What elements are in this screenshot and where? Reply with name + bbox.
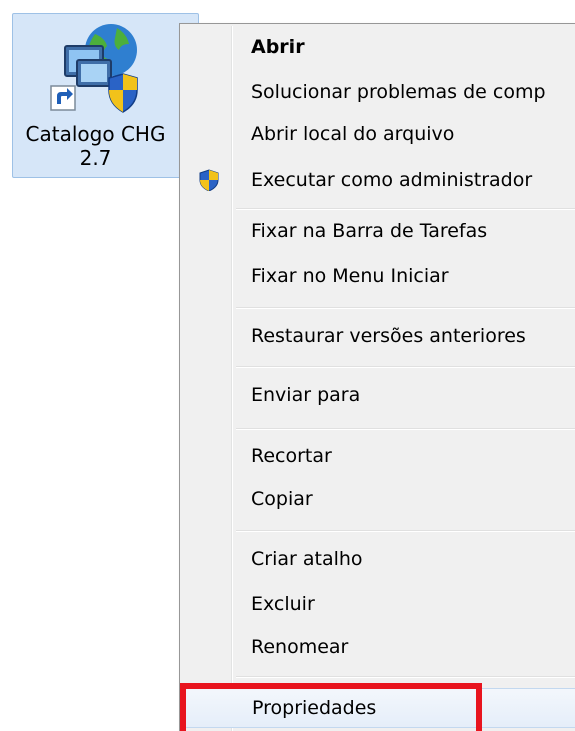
menu-item-recortar[interactable]: Recortar xyxy=(182,436,575,476)
menu-item-restaurar-versoes[interactable]: Restaurar versões anteriores xyxy=(182,316,575,356)
desktop-shortcut-label-line1: Catalogo CHG xyxy=(25,122,166,146)
menu-item-label: Fixar no Menu Iniciar xyxy=(251,265,449,287)
menu-item-enviar-para[interactable]: Enviar para xyxy=(182,375,575,415)
menu-item-abrir-local[interactable]: Abrir local do arquivo xyxy=(182,114,575,154)
menu-item-abrir[interactable]: Abrir xyxy=(182,27,575,67)
menu-item-label: Fixar na Barra de Tarefas xyxy=(251,220,488,242)
menu-item-criar-atalho[interactable]: Criar atalho xyxy=(182,539,575,579)
menu-item-fixar-menu-iniciar[interactable]: Fixar no Menu Iniciar xyxy=(182,256,575,296)
menu-item-solucionar-problemas[interactable]: Solucionar problemas de comp xyxy=(182,72,575,112)
menu-item-label: Executar como administrador xyxy=(251,169,533,191)
desktop: Catalogo CHG 2.7 Abrir Solucionar proble… xyxy=(0,0,575,731)
menu-item-label: Solucionar problemas de comp xyxy=(251,81,546,103)
menu-item-executar-como-administrador[interactable]: Executar como administrador xyxy=(182,160,575,200)
menu-separator xyxy=(236,428,575,430)
menu-item-copiar[interactable]: Copiar xyxy=(182,479,575,519)
menu-item-label: Abrir xyxy=(251,36,305,58)
menu-item-propriedades[interactable]: Propriedades xyxy=(184,688,575,728)
menu-separator xyxy=(236,676,575,678)
desktop-shortcut-catalogo-chg[interactable]: Catalogo CHG 2.7 xyxy=(12,13,199,178)
menu-item-renomear[interactable]: Renomear xyxy=(182,627,575,667)
menu-separator xyxy=(236,307,575,309)
menu-separator xyxy=(236,366,575,368)
network-globe-shortcut-icon xyxy=(50,24,138,113)
menu-item-label: Enviar para xyxy=(251,384,361,406)
menu-item-label: Copiar xyxy=(251,488,313,510)
context-menu: Abrir Solucionar problemas de comp Abrir… xyxy=(179,23,575,731)
menu-item-label: Restaurar versões anteriores xyxy=(251,325,526,347)
menu-item-label: Abrir local do arquivo xyxy=(251,123,455,145)
desktop-shortcut-label: Catalogo CHG 2.7 xyxy=(13,122,178,170)
menu-item-label: Propriedades xyxy=(252,697,377,719)
desktop-shortcut-label-line2: 2.7 xyxy=(79,146,112,170)
menu-separator xyxy=(236,530,575,532)
menu-separator xyxy=(236,208,575,210)
uac-shield-icon xyxy=(199,169,219,191)
menu-item-label: Excluir xyxy=(251,593,315,615)
menu-item-fixar-barra-tarefas[interactable]: Fixar na Barra de Tarefas xyxy=(182,211,575,251)
menu-item-label: Criar atalho xyxy=(251,548,363,570)
menu-item-label: Renomear xyxy=(251,636,349,658)
menu-item-label: Recortar xyxy=(251,445,332,467)
menu-item-excluir[interactable]: Excluir xyxy=(182,584,575,624)
